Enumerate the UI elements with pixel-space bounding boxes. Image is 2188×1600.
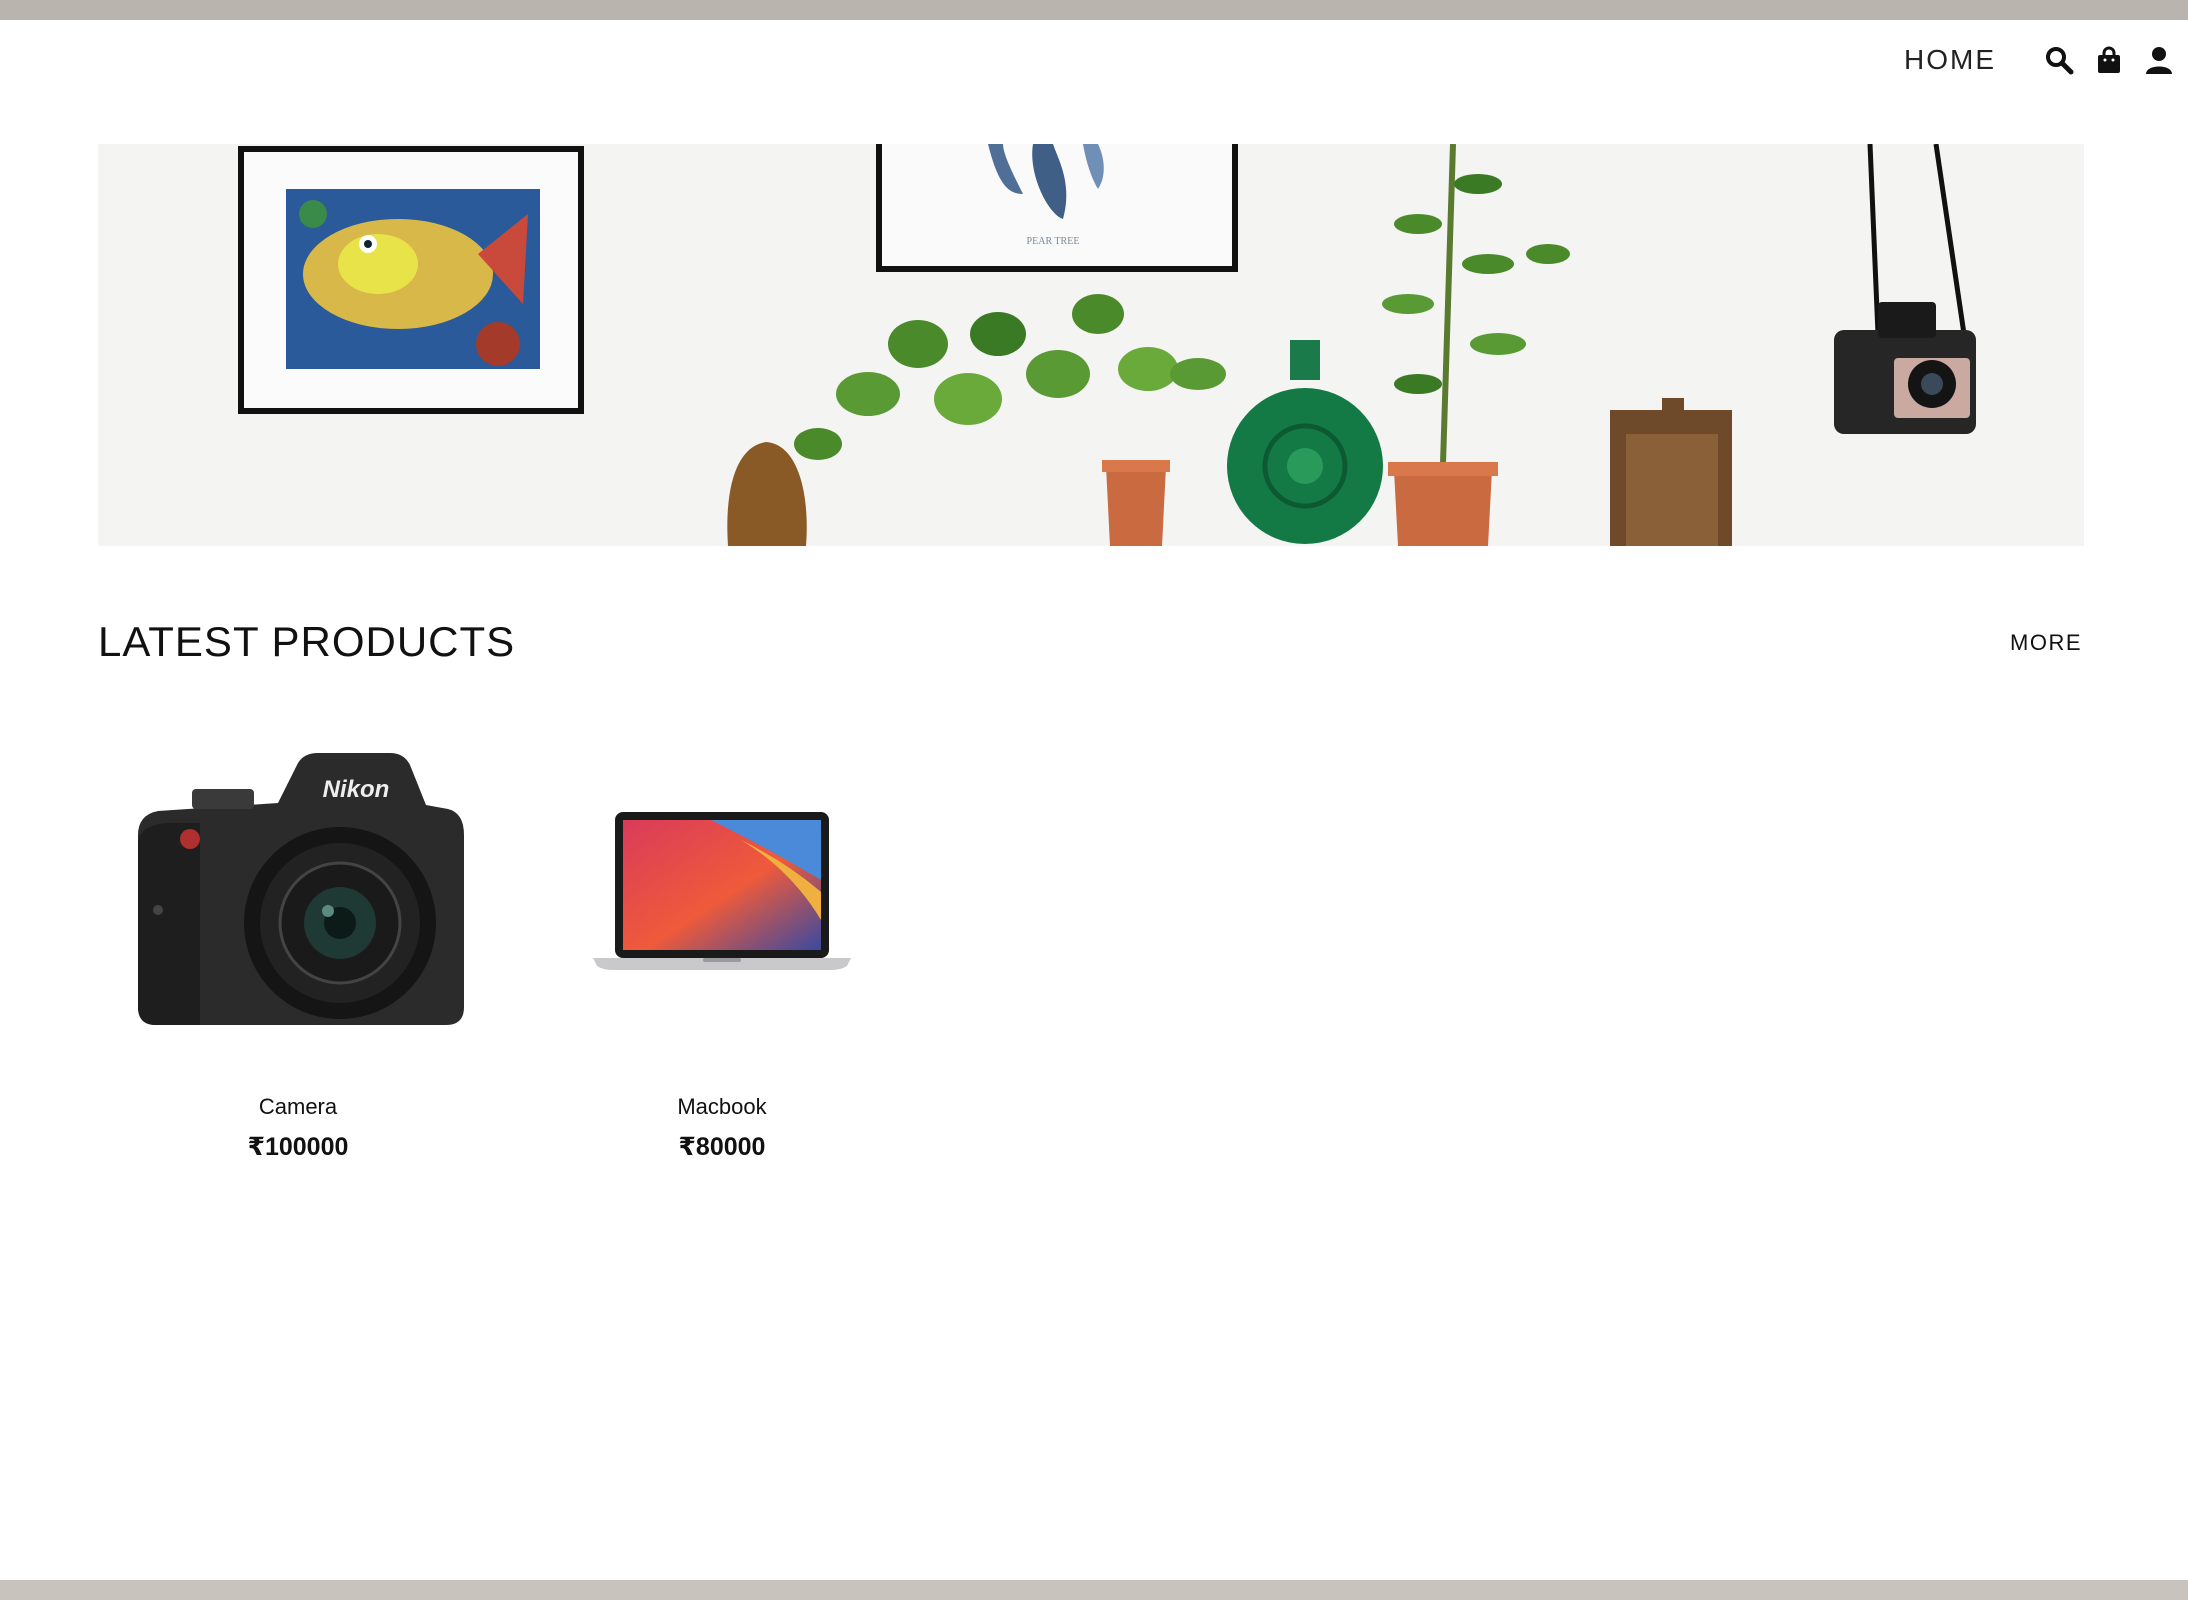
poster-caption: PEAR TREE (1027, 236, 1080, 247)
user-icon[interactable] (2144, 45, 2174, 75)
window-frame-bottom (0, 1580, 2188, 1600)
section-title: LATEST PRODUCTS (98, 618, 516, 665)
search-icon[interactable] (2044, 45, 2074, 75)
product-price: ₹80000 (678, 1133, 766, 1161)
more-link[interactable]: MORE (2010, 630, 2082, 656)
window-frame-top (0, 0, 2188, 20)
framed-painting (238, 146, 584, 414)
product-name[interactable]: Camera (88, 1094, 508, 1120)
camera-image[interactable]: Nikon (88, 740, 508, 1040)
camera-brand-text: Nikon (323, 776, 390, 803)
framed-poster: PEAR TREE (876, 144, 1238, 272)
product-card-macbook[interactable]: Macbook ₹80000 (512, 740, 932, 1162)
hero-banner-image: PEAR TREE (98, 144, 2084, 546)
product-name[interactable]: Macbook (512, 1094, 932, 1120)
top-navigation: HOME (1904, 38, 2174, 82)
hero-banner: PEAR TREE (98, 144, 2084, 546)
macbook-image[interactable] (512, 740, 932, 1040)
shopping-bag-icon[interactable] (2094, 45, 2124, 75)
wooden-box (1610, 398, 1732, 546)
product-card-camera[interactable]: Nikon Camera ₹100000 (88, 740, 508, 1162)
latest-products-header: LATEST PRODUCTS MORE (98, 618, 2084, 674)
product-price: ₹100000 (247, 1133, 349, 1161)
nav-home-link[interactable]: HOME (1904, 44, 1996, 76)
